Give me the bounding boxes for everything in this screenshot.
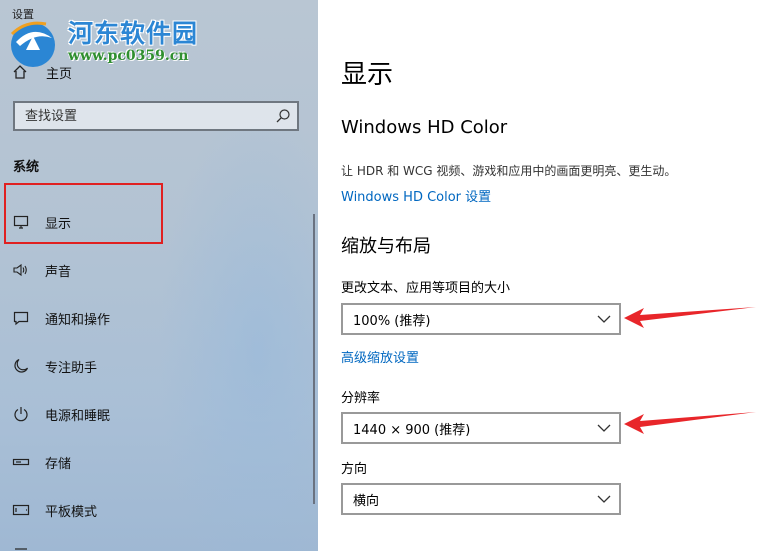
chevron-down-icon [597, 315, 611, 323]
section-label-system: 系统 [13, 160, 40, 175]
sidebar-item-label: 通知和操作 [45, 312, 111, 328]
advanced-scaling-link[interactable]: 高级缩放设置 [341, 347, 419, 366]
sidebar-item-tablet-mode[interactable]: 平板模式 [12, 497, 302, 523]
search-box[interactable] [13, 101, 299, 131]
orientation-dropdown[interactable]: 横向 [341, 483, 621, 515]
sidebar: 设置 河东软件园 www.pc0359.cn 主页 系统 显示 [0, 0, 318, 551]
sidebar-item-focus-assist[interactable]: 专注助手 [12, 353, 302, 379]
chevron-down-icon [597, 424, 611, 432]
hdr-description: 让 HDR 和 WCG 视频、游戏和应用中的画面更明亮、更生动。 [341, 164, 677, 178]
sidebar-item-label: 存储 [45, 456, 72, 472]
scale-label: 更改文本、应用等项目的大小 [341, 281, 511, 296]
annotation-arrow-icon [624, 307, 756, 328]
more-icon [15, 548, 27, 550]
annotation-arrow-icon [624, 412, 756, 434]
watermark-url: www.pc0359.cn [68, 48, 189, 64]
home-icon [13, 65, 27, 79]
tablet-icon [12, 504, 30, 516]
page-title: 显示 [341, 60, 394, 90]
resolution-label: 分辨率 [341, 391, 381, 406]
orientation-label: 方向 [341, 462, 368, 477]
watermark-site-name: 河东软件园 [68, 19, 199, 48]
chevron-down-icon [597, 495, 611, 503]
sidebar-item-home[interactable]: 主页 [12, 60, 72, 84]
sidebar-item-storage[interactable]: 存储 [12, 449, 302, 475]
moon-icon [14, 358, 29, 373]
sidebar-item-more[interactable] [12, 540, 302, 551]
sidebar-item-notifications[interactable]: 通知和操作 [12, 305, 302, 331]
sidebar-scrollbar[interactable] [313, 214, 315, 504]
sidebar-item-sound[interactable]: 声音 [12, 257, 302, 283]
search-input[interactable] [15, 103, 265, 129]
hdr-heading: Windows HD Color [341, 117, 508, 138]
power-icon [14, 407, 28, 422]
scale-layout-heading: 缩放与布局 [341, 236, 431, 257]
sidebar-item-label: 平板模式 [45, 504, 98, 520]
hdr-settings-link[interactable]: Windows HD Color 设置 [341, 186, 491, 205]
home-label: 主页 [46, 66, 73, 82]
annotation-highlight-box [4, 183, 163, 244]
scale-dropdown-value: 100% (推荐) [353, 313, 431, 329]
storage-icon [12, 458, 30, 466]
search-icon[interactable] [275, 108, 291, 124]
resolution-dropdown[interactable]: 1440 × 900 (推荐) [341, 412, 621, 444]
main-content: 显示 Windows HD Color 让 HDR 和 WCG 视频、游戏和应用… [318, 0, 762, 551]
sidebar-item-power-sleep[interactable]: 电源和睡眠 [12, 401, 302, 427]
speaker-icon [13, 263, 27, 277]
scale-dropdown[interactable]: 100% (推荐) [341, 303, 621, 335]
message-icon [13, 311, 29, 326]
sidebar-item-label: 电源和睡眠 [45, 408, 111, 424]
resolution-dropdown-value: 1440 × 900 (推荐) [353, 422, 471, 438]
orientation-dropdown-value: 横向 [353, 493, 380, 509]
sidebar-item-label: 专注助手 [45, 360, 98, 376]
sidebar-item-label: 声音 [45, 264, 72, 280]
